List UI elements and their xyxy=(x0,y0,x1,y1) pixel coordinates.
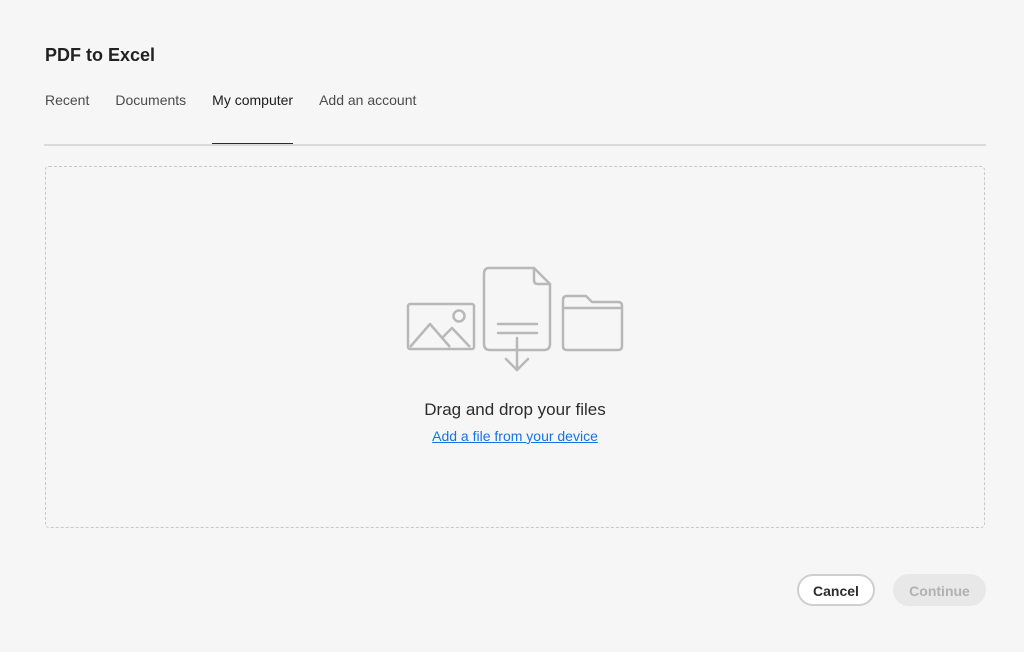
tab-divider xyxy=(44,144,986,146)
drop-instructions: Drag and drop your files xyxy=(424,400,606,419)
cancel-button[interactable]: Cancel xyxy=(797,574,875,606)
image-icon xyxy=(406,302,476,351)
tab-recent[interactable]: Recent xyxy=(45,88,89,145)
file-dropzone[interactable]: Drag and drop your files Add a file from… xyxy=(45,166,985,528)
tab-documents[interactable]: Documents xyxy=(115,88,186,145)
add-file-link-wrapper: Add a file from your device xyxy=(46,426,984,446)
file-picker-dialog: PDF to Excel Recent Documents My compute… xyxy=(0,0,1024,652)
dialog-title: PDF to Excel xyxy=(45,45,156,65)
upload-illustration xyxy=(406,266,624,372)
continue-button[interactable]: Continue xyxy=(893,574,986,606)
source-tabs: Recent Documents My computer Add an acco… xyxy=(45,88,442,145)
tab-add-an-account[interactable]: Add an account xyxy=(319,88,416,145)
document-download-icon xyxy=(482,266,552,372)
tab-my-computer[interactable]: My computer xyxy=(212,88,293,145)
add-file-from-device-link[interactable]: Add a file from your device xyxy=(432,428,598,444)
folder-icon xyxy=(561,294,624,352)
